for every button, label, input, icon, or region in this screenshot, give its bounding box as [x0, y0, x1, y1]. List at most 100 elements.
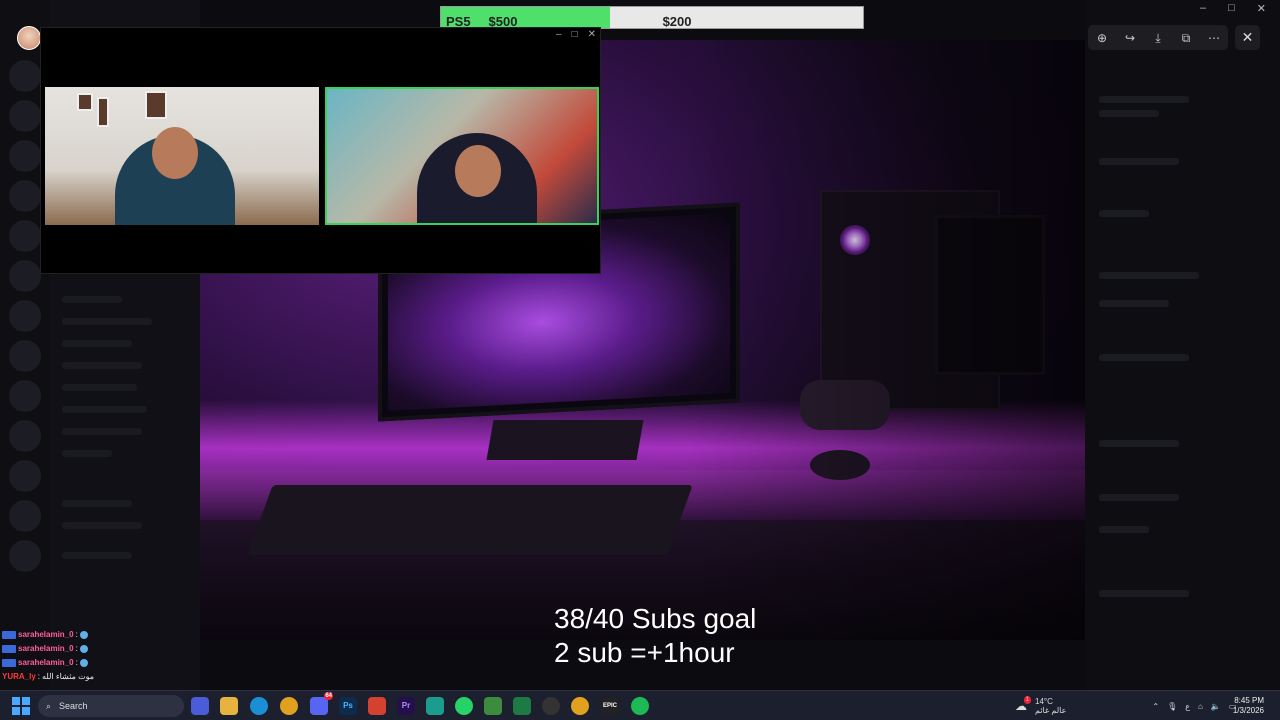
server-icon[interactable]	[9, 260, 41, 292]
spotify-icon[interactable]	[631, 697, 649, 715]
channel-item[interactable]	[62, 362, 142, 369]
member-item[interactable]	[1099, 272, 1199, 279]
channel-item[interactable]	[62, 552, 132, 559]
channel-item[interactable]	[62, 318, 152, 325]
channel-item[interactable]	[62, 340, 132, 347]
language-indicator[interactable]: ع	[1185, 702, 1190, 711]
maximize-icon[interactable]: □	[572, 29, 578, 40]
channel-item[interactable]	[62, 500, 132, 507]
edge-icon[interactable]	[250, 697, 268, 715]
open-external-icon[interactable]: ⧉	[1177, 29, 1195, 47]
taskbar-search[interactable]: ⌕ Search	[38, 695, 184, 717]
weather-widget[interactable]: 14°C عالم غائم	[1035, 697, 1066, 715]
minimize-icon[interactable]: –	[1200, 2, 1206, 15]
member-item[interactable]	[1099, 526, 1149, 533]
server-icon[interactable]	[9, 300, 41, 332]
close-icon[interactable]: ✕	[588, 29, 596, 40]
server-icon[interactable]	[9, 380, 41, 412]
donation-goal-bar: PS5 $200 $500	[440, 6, 864, 29]
weather-icon[interactable]: ☁ 1	[1015, 696, 1031, 713]
share-icon[interactable]: ↪	[1121, 29, 1139, 47]
search-icon: ⌕	[46, 700, 52, 711]
microphone-icon[interactable]: 🎙	[1167, 702, 1177, 711]
chat-username: sarahelamin_0	[18, 630, 74, 639]
minecraft-icon[interactable]	[484, 697, 502, 715]
obs-icon[interactable]	[542, 697, 560, 715]
brave-icon[interactable]	[368, 697, 386, 715]
maximize-icon[interactable]: □	[1228, 2, 1235, 15]
file-explorer-icon[interactable]	[220, 697, 238, 715]
subs-goal-line-1: 38/40 Subs goal	[554, 603, 757, 634]
channel-item[interactable]	[62, 522, 142, 529]
chrome-icon[interactable]	[280, 697, 298, 715]
network-icon[interactable]: ⌂	[1198, 702, 1203, 711]
subscriber-badge-icon	[2, 659, 16, 667]
server-icon[interactable]	[9, 340, 41, 372]
server-icon[interactable]	[9, 460, 41, 492]
clock[interactable]: 8:45 PM 1/3/2026	[1233, 696, 1264, 716]
epic-games-icon[interactable]: EPIC	[601, 697, 619, 715]
member-item[interactable]	[1099, 590, 1189, 597]
channel-item[interactable]	[62, 428, 142, 435]
photoshop-icon[interactable]: Ps	[339, 697, 357, 715]
member-item[interactable]	[1099, 440, 1179, 447]
member-item[interactable]	[1099, 110, 1159, 117]
channel-item[interactable]	[62, 450, 112, 457]
chat-separator: :	[75, 644, 78, 653]
chat-separator: :	[75, 630, 78, 639]
member-item[interactable]	[1099, 158, 1179, 165]
minimize-icon[interactable]: –	[556, 29, 562, 40]
screen: PS5 $200 $500 – □ ✕ – □ ✕ ⊕ ↪ ⤓ ⧉ ⋯ ✕ 38…	[0, 0, 1280, 690]
wall-frame	[77, 93, 93, 111]
close-icon[interactable]: ✕	[1257, 2, 1266, 15]
call-window-controls: – □ ✕	[556, 29, 596, 40]
channel-item[interactable]	[62, 384, 137, 391]
window-caption-buttons: – □ ✕	[1200, 2, 1266, 15]
start-button[interactable]	[12, 697, 30, 715]
server-icon[interactable]	[9, 540, 41, 572]
subscriber-badge-icon	[2, 631, 16, 639]
download-icon[interactable]: ⤓	[1149, 29, 1167, 47]
chat-colon: :	[37, 672, 41, 681]
copilot-icon[interactable]	[191, 697, 209, 715]
viewer-close-button[interactable]: ✕	[1235, 25, 1260, 50]
server-icon[interactable]	[9, 100, 41, 132]
server-icon[interactable]	[9, 220, 41, 252]
taskbar: ⌕ Search 64 Ps Pr EPIC ☁ 1 14°C عالم غائم…	[0, 690, 1280, 720]
server-icon[interactable]	[9, 60, 41, 92]
zoom-in-icon[interactable]: ⊕	[1093, 29, 1111, 47]
whatsapp-icon[interactable]	[455, 697, 473, 715]
search-placeholder: Search	[59, 701, 88, 711]
volume-icon[interactable]: 🔈	[1211, 702, 1221, 711]
excel-icon[interactable]	[513, 697, 531, 715]
member-item[interactable]	[1099, 300, 1169, 307]
chat-username: sarahelamin_0	[18, 644, 74, 653]
video-feed-1[interactable]	[45, 87, 319, 225]
discord-icon[interactable]: 64	[310, 692, 333, 715]
stream-chat-overlay: sarahelamin_0 : sarahelamin_0 : sarahela…	[2, 628, 94, 684]
chrome-profile-icon[interactable]	[571, 697, 589, 715]
server-icon[interactable]	[9, 500, 41, 532]
weather-desc: عالم غائم	[1035, 706, 1067, 715]
chat-message: موت مثشاء الله : YURA_ly	[2, 670, 94, 684]
server-icon[interactable]	[9, 180, 41, 212]
avatar[interactable]	[17, 26, 41, 50]
chat-username: sarahelamin_0	[18, 658, 74, 667]
subs-goal-overlay: 38/40 Subs goal 2 sub =+1hour	[554, 602, 756, 670]
app-icon[interactable]	[426, 697, 444, 715]
system-tray: ☁ 1 14°C عالم غائم ⌃ 🎙 ع ⌂ 🔈 ▭	[1015, 693, 1236, 719]
member-item[interactable]	[1099, 210, 1149, 217]
chevron-up-icon[interactable]: ⌃	[1152, 702, 1159, 711]
member-item[interactable]	[1099, 494, 1179, 501]
premiere-icon[interactable]: Pr	[397, 697, 415, 715]
chat-username: YURA_ly	[2, 672, 36, 681]
video-feed-2-active-speaker[interactable]	[325, 87, 599, 225]
server-icon[interactable]	[9, 420, 41, 452]
member-item[interactable]	[1099, 96, 1189, 103]
member-list	[1085, 0, 1280, 690]
member-item[interactable]	[1099, 354, 1189, 361]
channel-item[interactable]	[62, 296, 122, 303]
channel-item[interactable]	[62, 406, 147, 413]
server-icon[interactable]	[9, 140, 41, 172]
more-icon[interactable]: ⋯	[1205, 29, 1223, 47]
